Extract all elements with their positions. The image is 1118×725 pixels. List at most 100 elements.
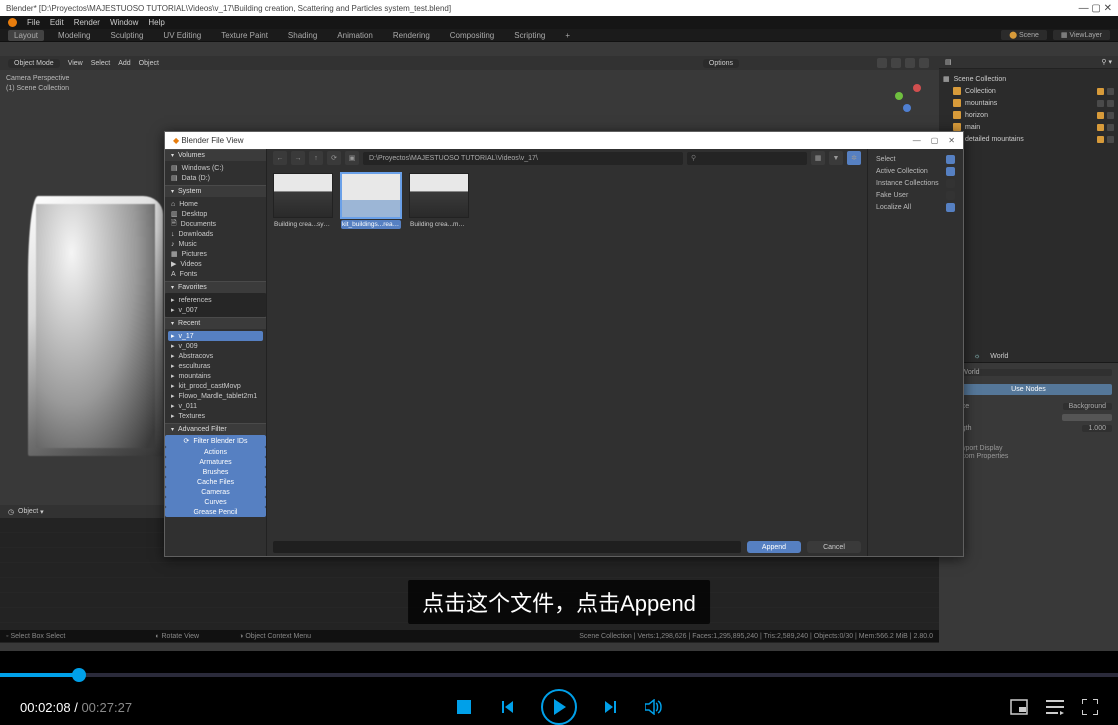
opt-chk[interactable] bbox=[946, 203, 955, 212]
props-tab-world[interactable]: World bbox=[990, 353, 1008, 360]
tree-item[interactable]: detailed mountains bbox=[943, 133, 1114, 145]
tab-compositing[interactable]: Compositing bbox=[444, 30, 500, 41]
favorite-item[interactable]: ▸references bbox=[168, 295, 263, 305]
nav-up-button[interactable]: ↑ bbox=[309, 151, 323, 165]
outliner[interactable]: ▤⚲ ▾ ▦Scene Collection Collection mounta… bbox=[939, 56, 1118, 158]
viewport-menu-add[interactable]: Add bbox=[118, 60, 130, 67]
file-grid[interactable]: Building crea...system.blend kit_buildin… bbox=[267, 167, 867, 538]
system-item[interactable]: ▥Desktop bbox=[168, 209, 263, 219]
nav-back-button[interactable]: ← bbox=[273, 151, 287, 165]
menu-edit[interactable]: Edit bbox=[50, 18, 64, 27]
tree-item[interactable]: horizon bbox=[943, 109, 1114, 121]
filter-item[interactable]: Grease Pencil bbox=[165, 507, 266, 517]
system-header[interactable]: System bbox=[165, 185, 266, 197]
filter-button[interactable]: ▼ bbox=[829, 151, 843, 165]
pip-button[interactable] bbox=[1010, 699, 1028, 715]
tab-rendering[interactable]: Rendering bbox=[387, 30, 436, 41]
shading-lookdev-icon[interactable] bbox=[905, 58, 915, 68]
fullscreen-button[interactable] bbox=[1082, 699, 1098, 715]
next-button[interactable] bbox=[602, 698, 620, 716]
scene-selector[interactable]: ⬤ Scene bbox=[1001, 30, 1047, 40]
viewport-menu-select[interactable]: Select bbox=[91, 60, 110, 67]
dialog-minimize-icon[interactable]: — bbox=[913, 136, 921, 145]
play-button[interactable] bbox=[541, 689, 577, 725]
tab-animation[interactable]: Animation bbox=[331, 30, 379, 41]
system-item[interactable]: ▦Pictures bbox=[168, 249, 263, 259]
recent-item[interactable]: ▸esculturas bbox=[168, 361, 263, 371]
recent-item[interactable]: ▸v_17 bbox=[168, 331, 263, 341]
os-window-titlebar[interactable]: Blender* [D:\Proyectos\MAJESTUOSO TUTORI… bbox=[0, 0, 1118, 16]
mode-selector[interactable]: Object Mode bbox=[8, 59, 60, 68]
volume-button[interactable] bbox=[645, 698, 663, 716]
viewport-menu-view[interactable]: View bbox=[68, 60, 83, 67]
options-button[interactable]: Options bbox=[703, 59, 739, 68]
tree-item[interactable]: Collection bbox=[943, 85, 1114, 97]
settings-button[interactable]: ✲ bbox=[847, 151, 861, 165]
menu-file[interactable]: File bbox=[27, 18, 40, 27]
tree-root[interactable]: ▦Scene Collection bbox=[943, 73, 1114, 85]
recent-item[interactable]: ▸Textures bbox=[168, 411, 263, 421]
opt-chk[interactable] bbox=[946, 191, 955, 200]
tab-modeling[interactable]: Modeling bbox=[52, 30, 96, 41]
filter-item[interactable]: Armatures bbox=[165, 457, 266, 467]
recent-item[interactable]: ▸kit_procd_castMovp bbox=[168, 381, 263, 391]
filter-item[interactable]: Actions bbox=[165, 447, 266, 457]
recent-item[interactable]: ▸Flowo_Mardle_tablet2m1 bbox=[168, 391, 263, 401]
axis-x-icon[interactable] bbox=[913, 84, 921, 92]
filename-input[interactable] bbox=[273, 541, 741, 553]
world-name[interactable]: World bbox=[955, 369, 1112, 376]
file-thumb[interactable]: Building crea...m_test.blend bbox=[409, 173, 469, 229]
viewlayer-selector[interactable]: ▦ ViewLayer bbox=[1053, 30, 1110, 40]
filter-header[interactable]: Advanced Filter bbox=[165, 423, 266, 435]
window-close-icon[interactable]: — ▢ ✕ bbox=[1079, 3, 1112, 14]
color-swatch[interactable] bbox=[1062, 414, 1112, 421]
volume-item[interactable]: ▤Data (D:) bbox=[168, 173, 263, 183]
tab-shading[interactable]: Shading bbox=[282, 30, 323, 41]
append-button[interactable]: Append bbox=[747, 541, 801, 553]
recent-item[interactable]: ▸v_009 bbox=[168, 341, 263, 351]
stop-button[interactable] bbox=[455, 698, 473, 716]
system-item[interactable]: ▶Videos bbox=[168, 259, 263, 269]
strength-value[interactable]: 1.000 bbox=[1082, 425, 1112, 432]
viewport-menu-object[interactable]: Object bbox=[139, 60, 159, 67]
opt-select-chk[interactable] bbox=[946, 155, 955, 164]
recent-item[interactable]: ▸mountains bbox=[168, 371, 263, 381]
tab-texpaint[interactable]: Texture Paint bbox=[215, 30, 274, 41]
filter-item[interactable]: Cameras bbox=[165, 487, 266, 497]
system-item[interactable]: 🗎Documents bbox=[168, 219, 263, 229]
path-input[interactable]: D:\Proyectos\MAJESTUOSO TUTORIAL\Videos\… bbox=[363, 152, 683, 165]
dialog-titlebar[interactable]: ◆ Blender File View — ▢ ✕ bbox=[165, 132, 963, 149]
menu-help[interactable]: Help bbox=[148, 18, 164, 27]
axis-y-icon[interactable] bbox=[895, 92, 903, 100]
tab-plus[interactable]: + bbox=[559, 30, 576, 41]
favorite-item[interactable]: ▸v_007 bbox=[168, 305, 263, 315]
system-item[interactable]: ↓Downloads bbox=[168, 229, 263, 239]
progress-knob[interactable] bbox=[72, 668, 86, 682]
recent-item[interactable]: ▸Abstracovs bbox=[168, 351, 263, 361]
shading-rendered-icon[interactable] bbox=[919, 58, 929, 68]
shading-wireframe-icon[interactable] bbox=[877, 58, 887, 68]
tree-item[interactable]: main bbox=[943, 121, 1114, 133]
nav-gizmo[interactable] bbox=[885, 76, 927, 118]
playlist-button[interactable] bbox=[1046, 699, 1064, 715]
filter-item[interactable]: Brushes bbox=[165, 467, 266, 477]
file-thumb[interactable]: kit_buildings...ready.blend bbox=[341, 173, 401, 229]
system-item[interactable]: ♪Music bbox=[168, 239, 263, 249]
surface-value[interactable]: Background bbox=[1063, 403, 1112, 410]
recent-header[interactable]: Recent bbox=[165, 317, 266, 329]
tab-layout[interactable]: Layout bbox=[8, 30, 44, 41]
system-item[interactable]: AFonts bbox=[168, 269, 263, 279]
filter-item[interactable]: Cache Files bbox=[165, 477, 266, 487]
axis-z-icon[interactable] bbox=[903, 104, 911, 112]
timeline-mode[interactable]: Object bbox=[18, 508, 38, 515]
dialog-maximize-icon[interactable]: ▢ bbox=[931, 136, 939, 145]
volumes-header[interactable]: Volumes bbox=[165, 149, 266, 161]
filter-ids-button[interactable]: ⟳ Filter Blender IDs bbox=[165, 435, 266, 447]
shading-solid-icon[interactable] bbox=[891, 58, 901, 68]
view-mode-button[interactable]: ▦ bbox=[811, 151, 825, 165]
nav-newfolder-button[interactable]: ▣ bbox=[345, 151, 359, 165]
tab-scripting[interactable]: Scripting bbox=[508, 30, 551, 41]
recent-item[interactable]: ▸v_011 bbox=[168, 401, 263, 411]
system-item[interactable]: ⌂Home bbox=[168, 199, 263, 209]
menu-window[interactable]: Window bbox=[110, 18, 138, 27]
